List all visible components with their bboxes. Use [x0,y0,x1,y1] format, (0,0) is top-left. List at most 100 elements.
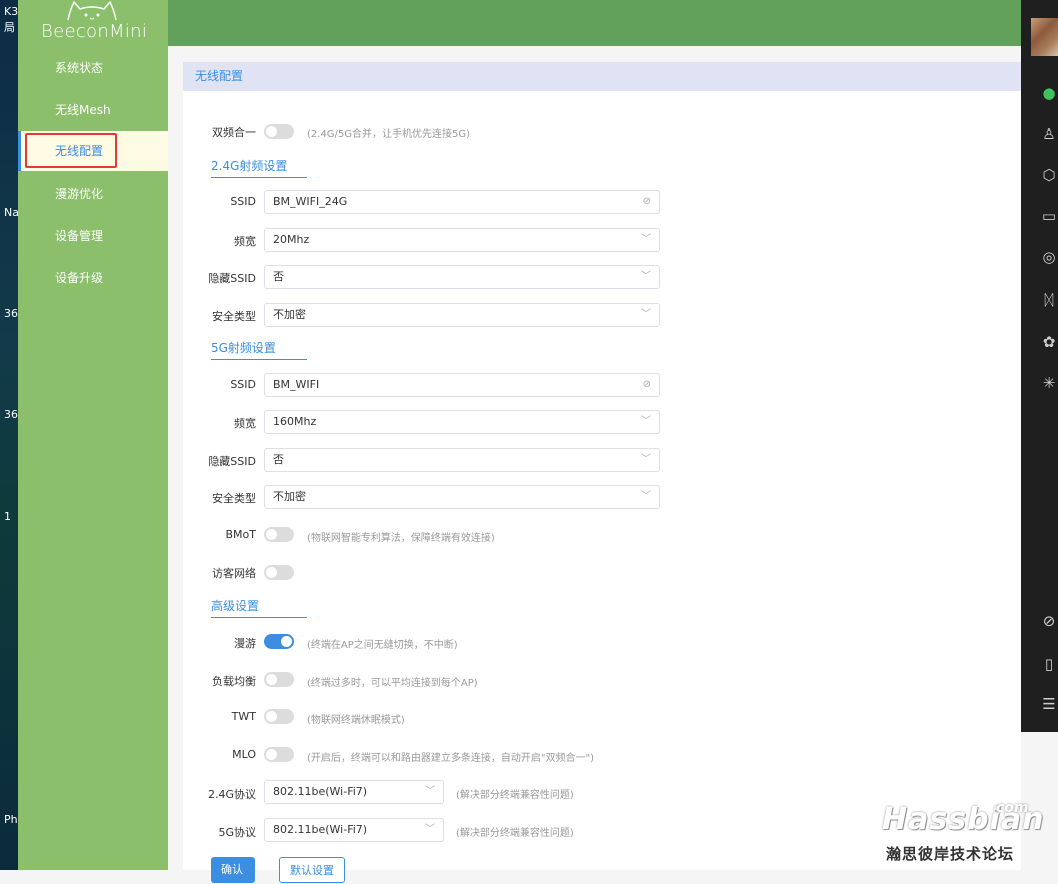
bandwidth-5g-select[interactable]: 160Mhz ﹀ [264,410,660,434]
mlo-label: MLO [232,748,256,761]
hidden-ssid-5g-label: 隐藏SSID [208,455,256,468]
protocol-5g-select[interactable]: 802.11be(Wi-Fi7) ﹀ [264,818,444,842]
security-2g-label: 安全类型 [212,310,256,323]
load-balance-hint: (终端过多时，可以平均连接到每个AP) [307,678,478,689]
protocol-2g-label: 2.4G协议 [207,788,256,801]
sidebar-item-device-upgrade[interactable]: 设备升级 [18,258,168,298]
sparkle-icon[interactable]: ✳ [1039,373,1058,393]
mlo-toggle[interactable] [264,747,294,762]
desktop-label: Ph [4,813,18,826]
roam-toggle[interactable] [264,634,294,649]
desktop-label: 局 [4,21,15,34]
dual-band-toggle[interactable] [264,124,294,139]
protocol-2g-select[interactable]: 802.11be(Wi-Fi7) ﹀ [264,780,444,804]
chevron-down-icon: ﹀ [641,416,651,427]
confirm-button[interactable]: 确认 [211,857,255,883]
check-circle-icon: ⊘ [642,379,651,390]
protocol-2g-value: 802.11be(Wi-Fi7) [273,785,368,798]
desktop-background: K3 局 Na 36 36 1 Ph [0,0,18,870]
bandwidth-2g-label: 频宽 [234,235,256,248]
butterfly-icon[interactable]: ᛞ [1039,290,1058,310]
cat-logo-icon [67,0,117,21]
security-2g-value: 不加密 [273,308,306,321]
watermark-com: com [996,800,1029,816]
bmot-toggle[interactable] [264,527,294,542]
sidebar: BeeconMini 系统状态 无线Mesh 无线配置 漫游优化 设备管理 设备… [18,0,168,870]
bmot-label: BMoT [225,528,257,541]
folder-icon[interactable]: ▭ [1039,206,1058,226]
sidebar-item-label: 设备升级 [55,271,104,285]
sidebar-item-label: 系统状态 [55,61,104,75]
roam-hint: (终端在AP之间无缝切换，不中断) [307,640,458,651]
cube-icon[interactable]: ⬡ [1039,165,1058,185]
page-title: 无线配置 [195,69,244,83]
phone-icon[interactable]: ▯ [1039,654,1058,674]
dual-band-hint: (2.4G/5G合并，让手机优先连接5G) [307,129,471,140]
ssid-2g-value: BM_WIFI_24G [273,195,348,208]
menu-icon[interactable]: ☰ [1039,694,1058,714]
sidebar-item-system-status[interactable]: 系统状态 [18,48,168,88]
settings-icon[interactable]: ✿ [1039,332,1058,352]
hidden-ssid-5g-select[interactable]: 否 ﹀ [264,448,660,472]
bandwidth-2g-select[interactable]: 20Mhz ﹀ [264,228,660,252]
avatar[interactable] [1031,18,1058,56]
protocol-2g-hint: (解决部分终端兼容性问题) [456,790,574,801]
wechat-icon[interactable]: ● [1039,83,1058,103]
bmot-hint: (物联网智能专利算法，保障终端有效连接) [307,533,495,544]
security-2g-select[interactable]: 不加密 ﹀ [264,303,660,327]
ssid-5g-value: BM_WIFI [273,378,320,391]
mlo-hint: (开启后，终端可以和路由器建立多条连接，自动开启"双频合一") [307,753,595,764]
bandwidth-5g-label: 频宽 [234,417,256,430]
load-balance-label: 负载均衡 [212,675,256,688]
default-settings-button[interactable]: 默认设置 [279,857,345,883]
bandwidth-2g-value: 20Mhz [273,233,310,246]
chevron-down-icon: ﹀ [641,454,651,465]
chevron-down-icon: ﹀ [641,234,651,245]
load-balance-toggle[interactable] [264,672,294,687]
hidden-ssid-2g-select[interactable]: 否 ﹀ [264,265,660,289]
hidden-ssid-2g-value: 否 [273,270,284,283]
header-bar [168,0,1021,46]
section-advanced: 高级设置 [211,597,307,618]
sidebar-item-label: 漫游优化 [55,187,104,201]
desktop-label: 1 [4,510,11,523]
desktop-label: Na [4,206,18,219]
desktop-label: K3 [4,5,18,18]
section-5g: 5G射频设置 [211,339,307,360]
desktop-label: 36 [4,307,18,320]
security-5g-select[interactable]: 不加密 ﹀ [264,485,660,509]
protocol-5g-value: 802.11be(Wi-Fi7) [273,823,368,836]
twt-hint: (物联网终端休眠模式) [307,715,405,726]
desktop-label: 36 [4,408,18,421]
right-toolbar: ● ♙ ⬡ ▭ ◎ ᛞ ✿ ✳ ⊘ ▯ ☰ [1021,0,1058,732]
watermark: Hassbian com 瀚思彼岸技术论坛 [880,800,1058,870]
wireless-config-panel: 无线配置 双频合一 (2.4G/5G合并，让手机优先连接5G) 2.4G射频设置… [183,62,1021,883]
guest-network-toggle[interactable] [264,565,294,580]
chevron-down-icon: ﹀ [641,491,651,502]
sidebar-item-wireless-mesh[interactable]: 无线Mesh [18,90,168,130]
sidebar-item-roaming[interactable]: 漫游优化 [18,174,168,214]
brand-name: BeeconMini [41,21,148,42]
bandwidth-5g-value: 160Mhz [273,415,317,428]
protocol-5g-label: 5G协议 [218,826,256,839]
roam-label: 漫游 [234,637,256,650]
guest-network-label: 访客网络 [212,567,256,580]
section-2g: 2.4G射频设置 [211,157,307,178]
sidebar-item-label: 设备管理 [55,229,104,243]
ssid-2g-input[interactable]: BM_WIFI_24G ⊘ [264,190,660,214]
aperture-icon[interactable]: ◎ [1039,247,1058,267]
twt-toggle[interactable] [264,709,294,724]
chevron-down-icon: ﹀ [425,824,435,835]
check-circle-icon: ⊘ [642,196,651,207]
hidden-ssid-2g-label: 隐藏SSID [208,272,256,285]
sidebar-item-device-management[interactable]: 设备管理 [18,216,168,256]
chevron-down-icon: ﹀ [425,786,435,797]
ssid-5g-input[interactable]: BM_WIFI ⊘ [264,373,660,397]
link-icon[interactable]: ⊘ [1039,611,1058,631]
dual-band-label: 双频合一 [212,126,256,139]
user-icon[interactable]: ♙ [1039,124,1058,144]
twt-label: TWT [231,710,256,723]
highlight-box [25,133,117,168]
protocol-5g-hint: (解决部分终端兼容性问题) [456,828,574,839]
panel-header: 无线配置 [183,62,1021,91]
